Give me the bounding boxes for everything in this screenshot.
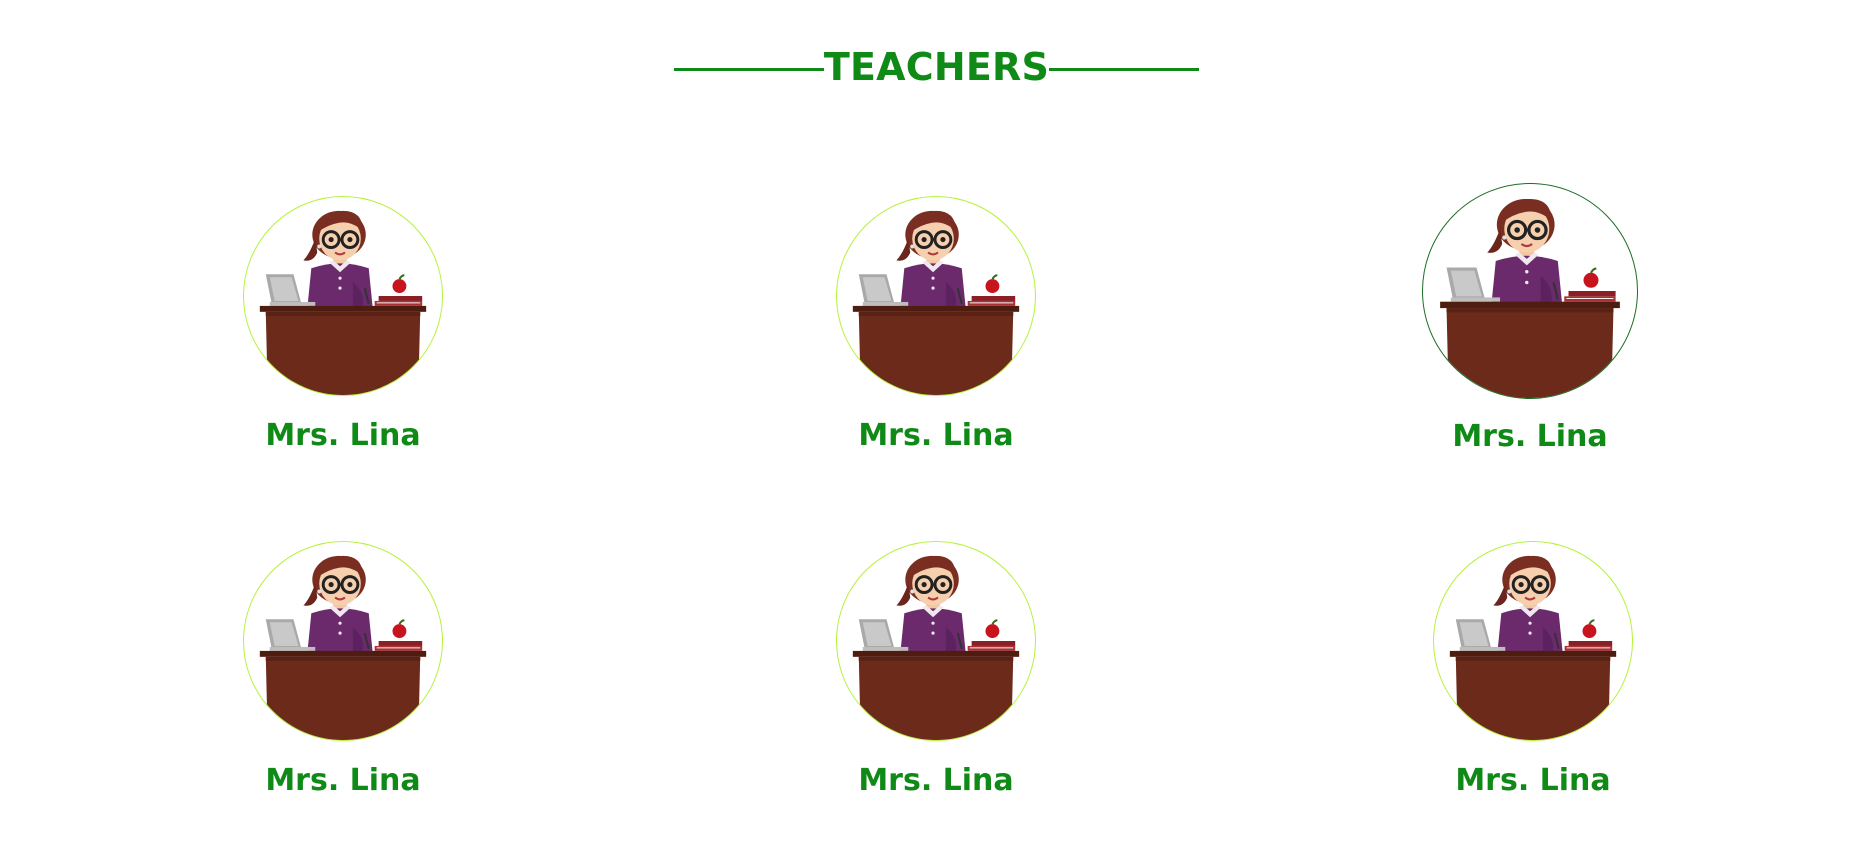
section-title: TEACHERS (823, 44, 1050, 89)
teacher-card[interactable]: Mrs. Lina (1420, 183, 1640, 454)
teacher-card[interactable]: Mrs. Lina (826, 541, 1046, 798)
teacher-name: Mrs. Lina (1452, 419, 1608, 454)
teacher-card[interactable]: Mrs. Lina (826, 196, 1046, 453)
teacher-photo-icon[interactable] (243, 196, 443, 396)
heading-rule-right (1049, 68, 1200, 71)
teacher-name: Mrs. Lina (858, 763, 1014, 798)
teacher-card[interactable]: Mrs. Lina (233, 541, 453, 798)
teachers-page: TEACHERS Mrs. Lina Mrs. Lina Mrs. Lina M… (0, 0, 1873, 855)
teacher-at-desk-icon (244, 197, 442, 395)
teacher-name: Mrs. Lina (858, 418, 1014, 453)
section-heading: TEACHERS (0, 36, 1873, 89)
teacher-card[interactable]: Mrs. Lina (1423, 541, 1643, 798)
teacher-photo-icon[interactable] (1422, 183, 1638, 399)
teacher-photo-icon[interactable] (243, 541, 443, 741)
teacher-at-desk-icon (244, 542, 442, 740)
teacher-at-desk-icon (837, 197, 1035, 395)
teacher-photo-icon[interactable] (1433, 541, 1633, 741)
teacher-name: Mrs. Lina (265, 418, 421, 453)
teacher-name: Mrs. Lina (1455, 763, 1611, 798)
teacher-at-desk-icon (1434, 542, 1632, 740)
teacher-photo-icon[interactable] (836, 196, 1036, 396)
teacher-name: Mrs. Lina (265, 763, 421, 798)
teacher-at-desk-icon (1423, 184, 1637, 398)
teacher-photo-icon[interactable] (836, 541, 1036, 741)
heading-rule-left (673, 68, 824, 71)
teacher-at-desk-icon (837, 542, 1035, 740)
teacher-card[interactable]: Mrs. Lina (233, 196, 453, 453)
